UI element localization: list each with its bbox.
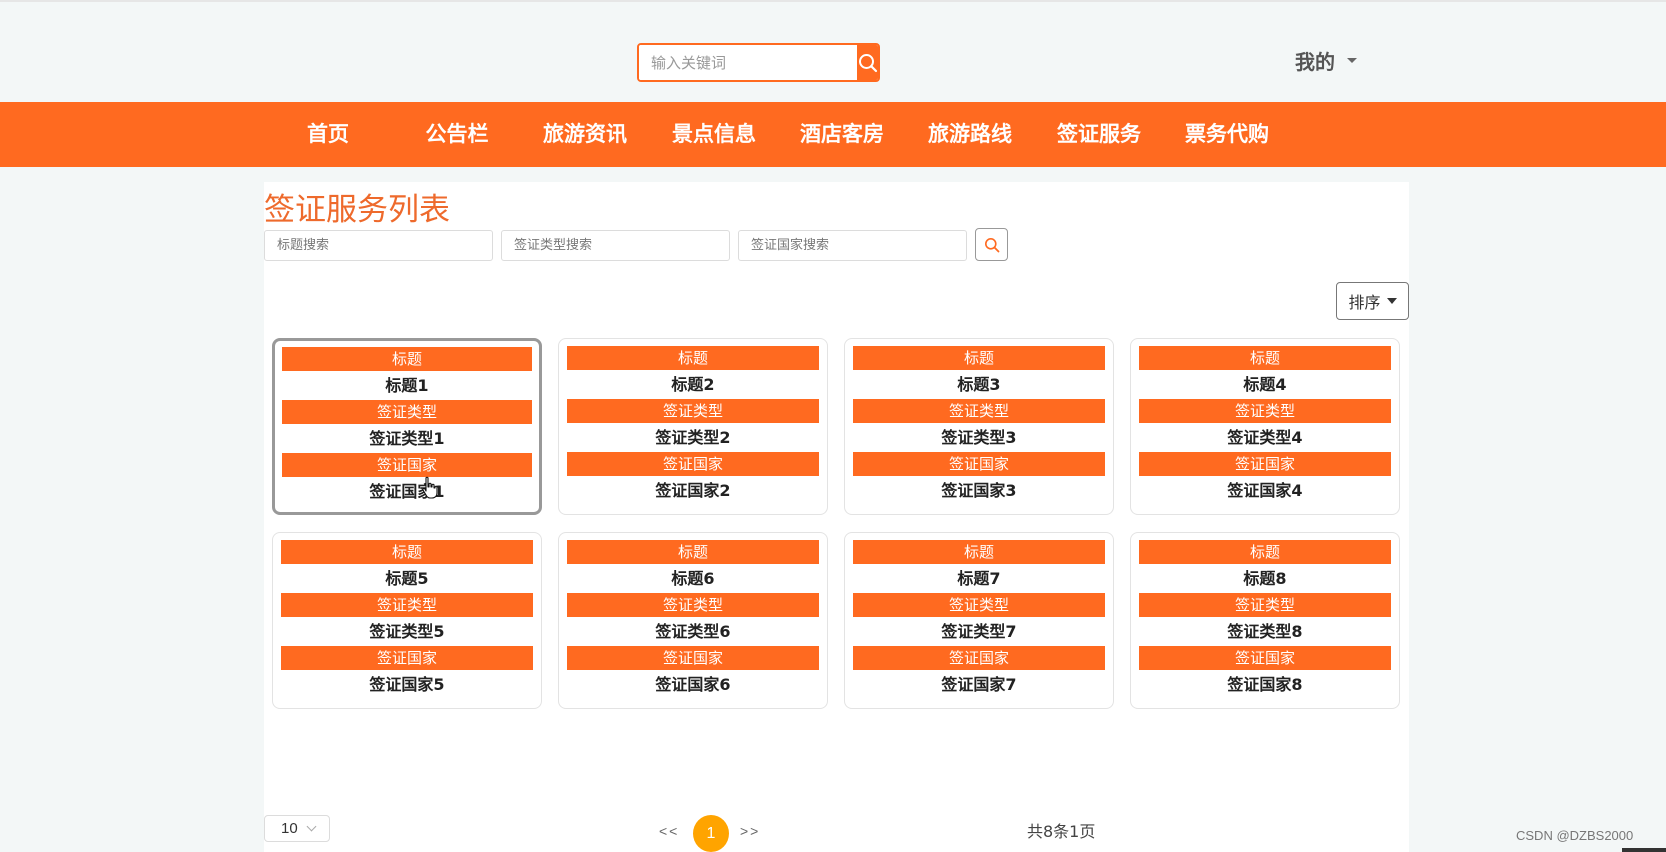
card-title-label: 标题 xyxy=(1139,346,1391,370)
card-country-value: 签证国家8 xyxy=(1227,675,1303,694)
visa-country-search-input[interactable] xyxy=(738,230,967,261)
card-type-label: 签证类型 xyxy=(1139,593,1391,617)
caret-down-icon xyxy=(1347,58,1357,63)
page-size-select[interactable]: 10 xyxy=(264,815,330,842)
card-type-label: 签证类型 xyxy=(853,593,1105,617)
card-type-label: 签证类型 xyxy=(567,593,819,617)
visa-card[interactable]: 标题 标题3 签证类型 签证类型3 签证国家 签证国家3 xyxy=(844,338,1114,515)
card-title-label: 标题 xyxy=(1139,540,1391,564)
card-title-value: 标题3 xyxy=(957,375,1001,394)
card-title-value: 标题6 xyxy=(671,569,715,588)
title-search-input[interactable] xyxy=(264,230,493,261)
card-type-label: 签证类型 xyxy=(282,400,532,424)
search-icon xyxy=(858,53,877,72)
card-type-value: 签证类型5 xyxy=(369,622,445,641)
nav-item-ticket-agency[interactable]: 票务代购 xyxy=(1172,102,1282,167)
visa-card[interactable]: 标题 标题5 签证类型 签证类型5 签证国家 签证国家5 xyxy=(272,532,542,709)
visa-type-search-input[interactable] xyxy=(501,230,730,261)
card-type-value: 签证类型7 xyxy=(941,622,1017,641)
card-title-label: 标题 xyxy=(853,346,1105,370)
card-title-label: 标题 xyxy=(567,346,819,370)
filter-search-button[interactable] xyxy=(975,228,1008,261)
card-title-value: 标题1 xyxy=(385,376,429,395)
header-search-input[interactable] xyxy=(639,45,857,80)
main-navbar: 首页 公告栏 旅游资讯 景点信息 酒店客房 旅游路线 签证服务 票务代购 xyxy=(0,102,1666,167)
card-title-value: 标题2 xyxy=(671,375,715,394)
card-type-value: 签证类型1 xyxy=(369,429,445,448)
header-search xyxy=(637,43,880,82)
current-page-button[interactable]: 1 xyxy=(693,815,729,852)
visa-card[interactable]: 标题 标题2 签证类型 签证类型2 签证国家 签证国家2 xyxy=(558,338,828,515)
card-type-label: 签证类型 xyxy=(1139,399,1391,423)
card-type-value: 签证类型3 xyxy=(941,428,1017,447)
card-country-label: 签证国家 xyxy=(282,453,532,477)
prev-page-button[interactable]: << xyxy=(659,823,679,839)
card-country-label: 签证国家 xyxy=(853,452,1105,476)
card-type-value: 签证类型4 xyxy=(1227,428,1303,447)
card-title-label: 标题 xyxy=(281,540,533,564)
card-country-value: 签证国家7 xyxy=(941,675,1017,694)
card-type-label: 签证类型 xyxy=(567,399,819,423)
visa-card[interactable]: 标题 标题8 签证类型 签证类型8 签证国家 签证国家8 xyxy=(1130,532,1400,709)
card-type-value: 签证类型2 xyxy=(655,428,731,447)
next-page-button[interactable]: >> xyxy=(740,823,760,839)
nav-item-visa-services[interactable]: 签证服务 xyxy=(1044,102,1154,167)
card-country-label: 签证国家 xyxy=(567,646,819,670)
card-country-value: 签证国家6 xyxy=(655,675,731,694)
visa-card[interactable]: 标题 标题1 签证类型 签证类型1 签证国家 签证国家1 xyxy=(272,338,542,515)
nav-item-travel-routes[interactable]: 旅游路线 xyxy=(915,102,1025,167)
card-title-label: 标题 xyxy=(282,347,532,371)
corner-mark xyxy=(1622,848,1666,852)
header-search-button[interactable] xyxy=(857,45,878,80)
visa-card[interactable]: 标题 标题7 签证类型 签证类型7 签证国家 签证国家7 xyxy=(844,532,1114,709)
card-type-label: 签证类型 xyxy=(853,399,1105,423)
card-country-value: 签证国家1 xyxy=(369,482,445,501)
card-country-value: 签证国家5 xyxy=(369,675,445,694)
nav-item-travel-news[interactable]: 旅游资讯 xyxy=(530,102,640,167)
sort-dropdown-button[interactable]: 排序 xyxy=(1336,282,1409,320)
page-title: 签证服务列表 xyxy=(264,192,450,228)
top-border xyxy=(0,0,1666,2)
card-type-value: 签证类型6 xyxy=(655,622,731,641)
card-country-label: 签证国家 xyxy=(1139,452,1391,476)
card-title-label: 标题 xyxy=(567,540,819,564)
nav-item-hotel-rooms[interactable]: 酒店客房 xyxy=(787,102,897,167)
card-title-value: 标题8 xyxy=(1243,569,1287,588)
page-size-value: 10 xyxy=(281,820,298,837)
card-title-label: 标题 xyxy=(853,540,1105,564)
card-country-value: 签证国家3 xyxy=(941,481,1017,500)
pagination-total: 共8条1页 xyxy=(1027,822,1096,841)
chevron-down-icon xyxy=(306,821,317,832)
my-account-menu[interactable]: 我的 xyxy=(1295,46,1357,75)
card-country-label: 签证国家 xyxy=(853,646,1105,670)
card-country-value: 签证国家4 xyxy=(1227,481,1303,500)
card-title-value: 标题4 xyxy=(1243,375,1287,394)
my-account-label: 我的 xyxy=(1295,50,1335,74)
visa-card[interactable]: 标题 标题4 签证类型 签证类型4 签证国家 签证国家4 xyxy=(1130,338,1400,515)
card-title-value: 标题5 xyxy=(385,569,429,588)
nav-item-home[interactable]: 首页 xyxy=(273,102,383,167)
nav-item-notice-board[interactable]: 公告栏 xyxy=(402,102,512,167)
search-icon xyxy=(984,237,999,252)
caret-down-icon xyxy=(1386,298,1397,304)
card-country-label: 签证国家 xyxy=(1139,646,1391,670)
main-panel: 签证服务列表 排序 标题 标题1 签证类型 签证类型1 签证国家 签证国家1 标… xyxy=(264,182,1409,852)
nav-item-attractions[interactable]: 景点信息 xyxy=(659,102,769,167)
card-country-label: 签证国家 xyxy=(281,646,533,670)
sort-label: 排序 xyxy=(1348,293,1381,312)
visa-card[interactable]: 标题 标题6 签证类型 签证类型6 签证国家 签证国家6 xyxy=(558,532,828,709)
watermark: CSDN @DZBS2000 xyxy=(1516,828,1634,843)
card-type-value: 签证类型8 xyxy=(1227,622,1303,641)
card-country-label: 签证国家 xyxy=(567,452,819,476)
card-title-value: 标题7 xyxy=(957,569,1001,588)
card-country-value: 签证国家2 xyxy=(655,481,731,500)
card-type-label: 签证类型 xyxy=(281,593,533,617)
